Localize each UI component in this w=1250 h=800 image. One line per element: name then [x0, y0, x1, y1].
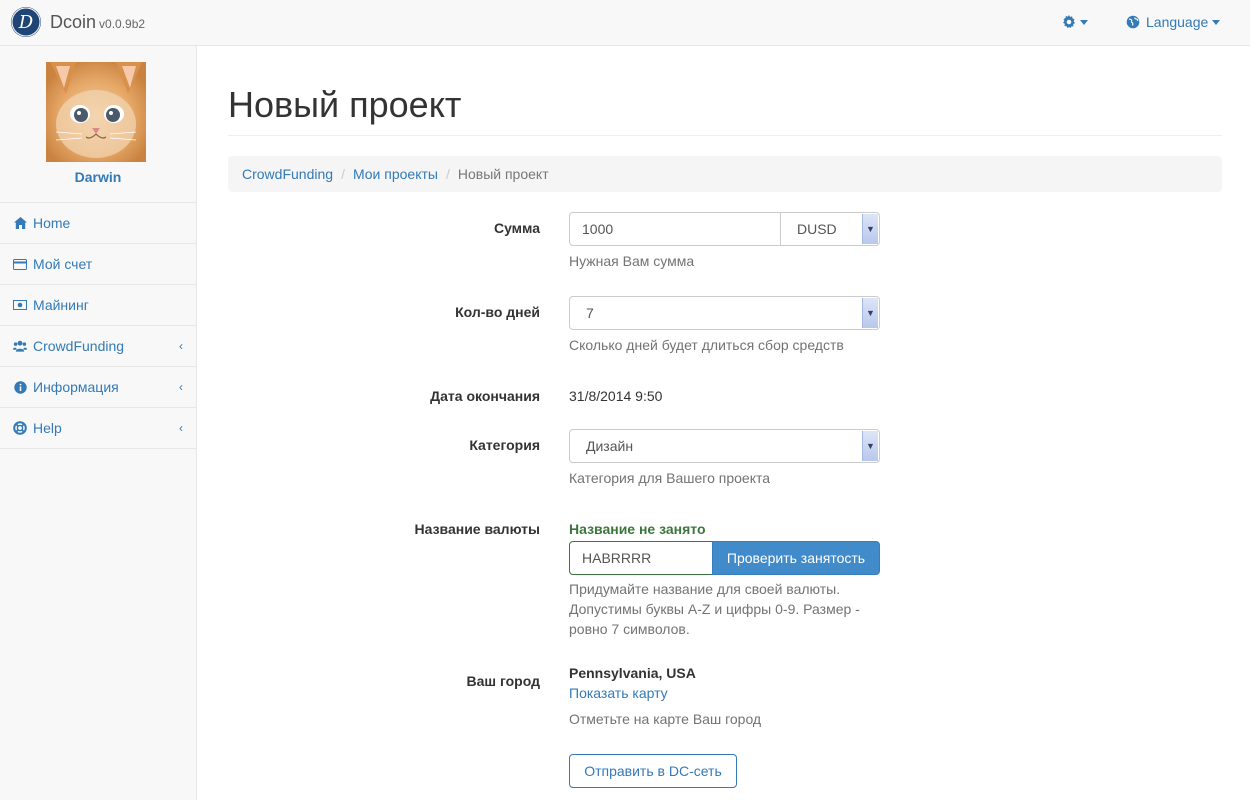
days-select[interactable]: 7 ▼	[569, 296, 880, 330]
currency-name-value: HABRRRR	[582, 550, 652, 566]
credit-card-icon	[13, 257, 27, 271]
sidebar-item-label: CrowdFunding	[33, 338, 125, 354]
breadcrumb-separator: /	[341, 166, 345, 182]
brand-title[interactable]: Dcoin	[50, 12, 96, 32]
days-value: 7	[586, 305, 594, 321]
dcoin-logo-icon[interactable]: D	[11, 7, 41, 37]
chevron-left-icon: ‹	[179, 339, 183, 353]
currency-name-label: Название валюты	[414, 521, 541, 537]
amount-label: Сумма	[493, 220, 540, 236]
sidebar: Darwin Home Мой счет Майнинг CrowdFundin…	[0, 46, 197, 800]
chevron-down-icon	[1080, 19, 1088, 25]
category-value: Дизайн	[586, 438, 634, 454]
chevron-left-icon: ‹	[179, 421, 183, 435]
top-navbar: D Dcoin v0.0.9b2 Language	[0, 0, 1250, 46]
category-help: Категория для Вашего проекта	[569, 470, 771, 486]
sidebar-item-label: Home	[33, 215, 71, 231]
currency-select[interactable]: DUSD ▼	[780, 212, 880, 246]
avatar[interactable]	[46, 62, 146, 162]
days-help: Сколько дней будет длиться сбор средств	[569, 337, 844, 353]
language-label[interactable]: Language	[1146, 14, 1208, 30]
check-availability-button[interactable]: Проверить занятость	[712, 541, 880, 575]
currency-name-help-line: Допустимы буквы A-Z и цифры 0-9. Размер …	[569, 601, 860, 617]
amount-help: Нужная Вам сумма	[569, 253, 695, 269]
currency-name-status: Название не занято	[569, 521, 706, 537]
category-label: Категория	[469, 437, 540, 453]
breadcrumb-crowdfunding-link[interactable]: CrowdFunding	[242, 166, 333, 182]
city-label: Ваш город	[466, 673, 540, 689]
chevron-down-icon	[1212, 19, 1221, 25]
svg-text:D: D	[18, 12, 34, 33]
brand-name[interactable]: Dcoin v0.0.9b2	[50, 12, 145, 33]
submit-to-dc-network-button[interactable]: Отправить в DC-сеть	[569, 754, 737, 788]
chevron-down-icon: ▼	[862, 214, 878, 244]
sidebar-item-label: Информация	[33, 379, 119, 395]
globe-icon	[1126, 15, 1140, 29]
breadcrumb: CrowdFunding / Мои проекты / Новый проек…	[228, 156, 1222, 192]
sidebar-nav: Home Мой счет Майнинг CrowdFunding ‹ Инф…	[0, 202, 196, 449]
info-icon	[13, 380, 27, 394]
gear-icon	[1063, 15, 1075, 29]
chevron-down-icon: ▼	[862, 431, 878, 461]
chevron-left-icon: ‹	[179, 380, 183, 394]
currency-value: DUSD	[797, 221, 837, 237]
users-icon	[13, 339, 27, 353]
language-dropdown[interactable]: Language	[1126, 13, 1221, 31]
sidebar-item-label: Майнинг	[33, 297, 89, 313]
city-help: Отметьте на карте Ваш город	[569, 711, 762, 727]
breadcrumb-current: Новый проект	[457, 166, 549, 182]
city-value: Pennsylvania, USA	[569, 665, 696, 681]
currency-name-help: Придумайте название для своей валюты. До…	[569, 579, 860, 639]
sidebar-item-crowdfunding[interactable]: CrowdFunding ‹	[0, 326, 196, 367]
sidebar-item-help[interactable]: Help ‹	[0, 408, 196, 449]
version-label: v0.0.9b2	[99, 17, 146, 31]
breadcrumb-separator: /	[445, 166, 450, 182]
username[interactable]: Darwin	[0, 169, 196, 185]
life-ring-icon	[13, 421, 27, 435]
sidebar-item-label: Мой счет	[33, 256, 93, 272]
amount-input[interactable]: 1000	[569, 212, 781, 246]
days-label: Кол-во дней	[455, 304, 540, 320]
end-date-label: Дата окончания	[430, 388, 540, 404]
currency-name-input[interactable]: HABRRRR	[569, 541, 713, 575]
sidebar-item-label: Help	[33, 420, 62, 436]
amount-value: 1000	[582, 221, 614, 237]
sidebar-item-information[interactable]: Информация ‹	[0, 367, 196, 408]
sidebar-item-my-account[interactable]: Мой счет	[0, 244, 196, 285]
chevron-down-icon: ▼	[862, 298, 878, 328]
end-date-value: 31/8/2014 9:50	[569, 388, 663, 404]
currency-name-help-line: ровно 7 символов.	[569, 621, 690, 637]
category-select[interactable]: Дизайн ▼	[569, 429, 880, 463]
money-icon	[13, 298, 27, 312]
home-icon	[13, 216, 27, 230]
page-title: Новый проект	[228, 84, 462, 125]
sidebar-item-home[interactable]: Home	[0, 203, 196, 244]
title-divider	[228, 135, 1222, 136]
sidebar-item-mining[interactable]: Майнинг	[0, 285, 196, 326]
currency-name-help-line: Придумайте название для своей валюты.	[569, 581, 841, 597]
settings-dropdown[interactable]	[1062, 13, 1088, 31]
breadcrumb-my-projects-link[interactable]: Мои проекты	[353, 166, 438, 182]
show-map-link[interactable]: Показать карту	[569, 685, 668, 701]
